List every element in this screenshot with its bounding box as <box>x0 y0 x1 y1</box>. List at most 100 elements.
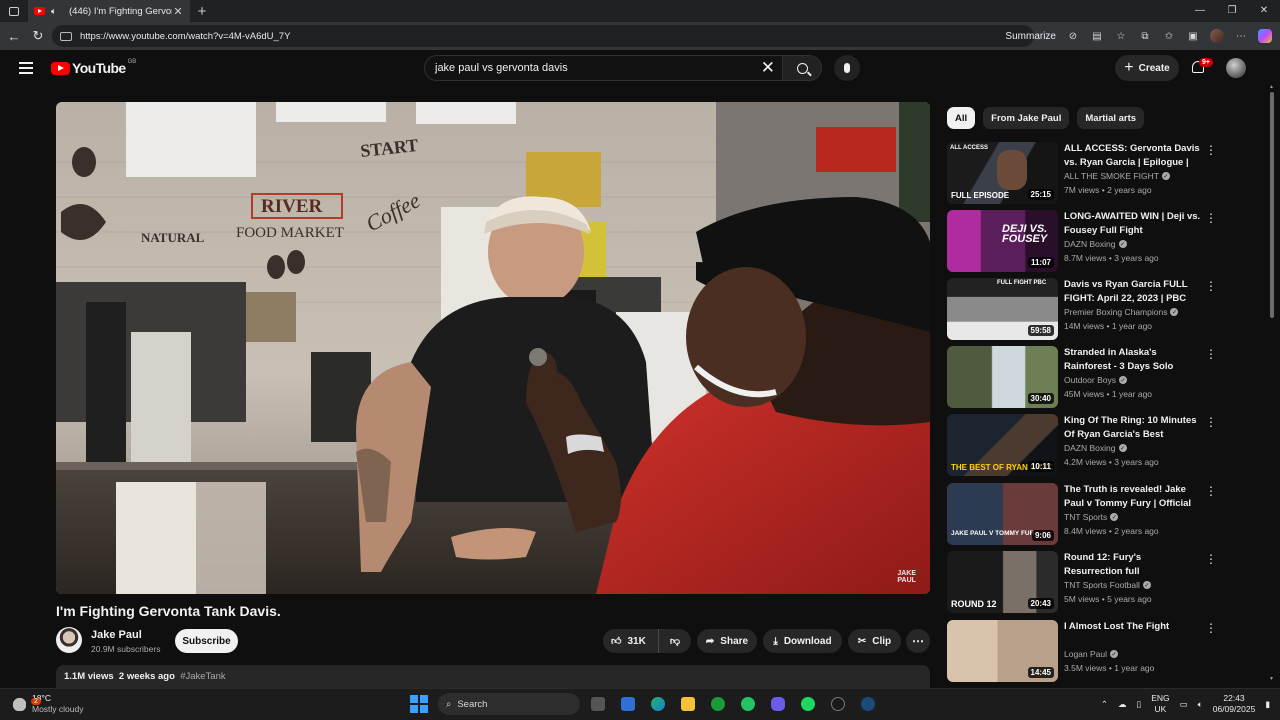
recommendation-item[interactable]: THE BEST OF RYAN GARC 10:11 King Of The … <box>947 414 1222 478</box>
recommendation-title[interactable]: Davis vs Ryan Garcia FULL FIGHT: April 2… <box>1064 278 1201 305</box>
recommendation-menu-icon[interactable]: ⋮ <box>1205 485 1217 497</box>
search-button[interactable] <box>782 55 822 81</box>
share-button[interactable]: ➦ Share <box>697 629 757 653</box>
store-icon[interactable] <box>616 693 640 715</box>
recommendation-channel[interactable]: Premier Boxing Champions ✓ <box>1064 307 1179 317</box>
spotify-icon[interactable] <box>796 693 820 715</box>
new-tab-icon[interactable]: + <box>190 3 214 20</box>
display-icon[interactable]: ▭ <box>1180 699 1188 710</box>
windows-start-icon[interactable] <box>410 695 428 713</box>
recommendation-channel[interactable]: Outdoor Boys ✓ <box>1064 375 1127 385</box>
channel-name[interactable]: Jake Paul <box>91 629 142 641</box>
video-thumbnail[interactable]: 14:45 <box>947 620 1058 682</box>
recommendation-title[interactable]: Stranded in Alaska's Rainforest - 3 Days… <box>1064 346 1201 373</box>
recommendation-item[interactable]: ROUND 12 20:43 Round 12: Fury's Resurrec… <box>947 551 1222 615</box>
create-button[interactable]: + Create <box>1115 55 1179 81</box>
clip-button[interactable]: ✂ Clip <box>848 629 901 653</box>
dislike-button[interactable]: 👎︎ <box>659 629 691 653</box>
download-button[interactable]: ⤓ Download <box>763 629 842 653</box>
battery-icon[interactable]: ▯ <box>1137 699 1142 710</box>
like-button[interactable]: 👍︎ 31K <box>603 629 659 653</box>
clear-search-icon[interactable]: ✕ <box>761 58 775 78</box>
voice-search-button[interactable] <box>834 55 860 81</box>
taskbar-search[interactable]: ⌕ Search <box>438 693 580 715</box>
subscribe-button[interactable]: Subscribe <box>175 629 238 653</box>
recommendation-menu-icon[interactable]: ⋮ <box>1205 622 1217 634</box>
media-app-icon[interactable] <box>826 693 850 715</box>
more-menu-icon[interactable]: ⋯ <box>1234 29 1248 43</box>
recommendation-item[interactable]: DEJI VS. FOUSEY 11:07 LONG-AWAITED WIN |… <box>947 210 1222 274</box>
recommendation-channel[interactable]: DAZN Boxing ✓ <box>1064 443 1127 453</box>
video-thumbnail[interactable]: ALL ACCESS FULL EPISODE 25:15 <box>947 142 1058 204</box>
onedrive-icon[interactable]: ☁ <box>1118 699 1127 710</box>
menu-icon[interactable] <box>19 62 33 74</box>
hashtag-link[interactable]: #JakeTank <box>180 671 225 682</box>
whatsapp-icon[interactable] <box>736 693 760 715</box>
recommendation-channel[interactable]: TNT Sports ✓ <box>1064 512 1119 522</box>
video-thumbnail[interactable]: FULL FIGHT PBC 59:58 <box>947 278 1058 340</box>
chip-all[interactable]: All <box>947 107 976 129</box>
recommendation-channel[interactable]: TNT Sports Football ✓ <box>1064 580 1151 590</box>
xbox-icon[interactable] <box>706 693 730 715</box>
steam-icon[interactable] <box>856 693 880 715</box>
user-avatar[interactable] <box>1226 58 1246 78</box>
recommendation-title[interactable]: ALL ACCESS: Gervonta Davis vs. Ryan Garc… <box>1064 142 1201 169</box>
tab-close-icon[interactable]: ✕ <box>172 5 184 18</box>
collections-icon[interactable]: ▣ <box>1186 29 1200 43</box>
video-thumbnail[interactable]: ROUND 12 20:43 <box>947 551 1058 613</box>
copilot-icon[interactable] <box>1258 29 1272 43</box>
youtube-logo[interactable]: YouTube GB <box>51 59 136 76</box>
video-thumbnail[interactable]: JAKE PAUL V TOMMY FUR 9:06 <box>947 483 1058 545</box>
chip-martial-arts[interactable]: Martial arts <box>1077 107 1145 129</box>
reader-icon[interactable]: ▤ <box>1090 29 1104 43</box>
recommendation-item[interactable]: 14:45 I Almost Lost The Fight Logan Paul… <box>947 620 1222 684</box>
back-icon[interactable]: ← <box>2 29 26 44</box>
maximize-icon[interactable]: ❐ <box>1216 0 1248 22</box>
browser-profile-avatar[interactable] <box>1210 29 1224 43</box>
window-close-icon[interactable]: ✕ <box>1248 0 1280 22</box>
recommendation-menu-icon[interactable]: ⋮ <box>1205 280 1217 292</box>
video-thumbnail[interactable]: DEJI VS. FOUSEY 11:07 <box>947 210 1058 272</box>
recommendation-channel[interactable]: Logan Paul ✓ <box>1064 649 1119 659</box>
file-explorer-icon[interactable] <box>676 693 700 715</box>
video-thumbnail[interactable]: THE BEST OF RYAN GARC 10:11 <box>947 414 1058 476</box>
site-info-icon[interactable] <box>60 31 72 41</box>
video-player[interactable]: RIVER FOOD MARKET NATURAL START Coffee J… <box>56 102 930 594</box>
minimize-icon[interactable]: — <box>1184 0 1216 22</box>
tray-overflow-icon[interactable]: ⌃ <box>1101 699 1108 710</box>
favorites-list-icon[interactable]: ✩ <box>1162 29 1176 43</box>
recommendation-menu-icon[interactable]: ⋮ <box>1205 416 1217 428</box>
discord-icon[interactable] <box>766 693 790 715</box>
recommendation-menu-icon[interactable]: ⋮ <box>1205 348 1217 360</box>
recommendation-channel[interactable]: ALL THE SMOKE FIGHT ✓ <box>1064 171 1170 181</box>
task-view-icon[interactable] <box>586 693 610 715</box>
url-field[interactable]: https://www.youtube.com/watch?v=4M-vA6dU… <box>52 25 1034 47</box>
recommendation-title[interactable]: I Almost Lost The Fight <box>1064 620 1201 634</box>
language-indicator[interactable]: ENG UK <box>1151 693 1169 715</box>
recommendation-menu-icon[interactable]: ⋮ <box>1205 144 1217 156</box>
recommendation-menu-icon[interactable]: ⋮ <box>1205 212 1217 224</box>
edge-icon[interactable] <box>646 693 670 715</box>
recommendation-title[interactable]: The Truth is revealed! Jake Paul v Tommy… <box>1064 483 1201 510</box>
recommendation-title[interactable]: LONG-AWAITED WIN | Deji vs. Fousey Full … <box>1064 210 1201 237</box>
scroll-down-arrow-icon[interactable]: ▼ <box>1269 676 1274 682</box>
favorite-star-icon[interactable]: ☆ <box>1114 29 1128 43</box>
summarize-icon[interactable]: ⊘ <box>1066 29 1080 43</box>
tab-actions-icon[interactable] <box>0 0 28 22</box>
channel-avatar[interactable] <box>56 627 82 653</box>
weather-widget[interactable]: 2 18°C Mostly cloudy <box>10 693 84 715</box>
refresh-icon[interactable]: ↻ <box>26 28 50 44</box>
speaker-icon[interactable]: 🔈︎ <box>51 6 63 17</box>
more-actions-button[interactable]: ⋯ <box>906 629 930 653</box>
recommendation-item[interactable]: 30:40 Stranded in Alaska's Rainforest - … <box>947 346 1222 410</box>
recommendation-menu-icon[interactable]: ⋮ <box>1205 553 1217 565</box>
recommendation-item[interactable]: FULL FIGHT PBC 59:58 Davis vs Ryan Garci… <box>947 278 1222 342</box>
extensions-icon[interactable]: ⧉ <box>1138 29 1152 43</box>
clock[interactable]: 22:43 06/09/2025 <box>1213 693 1256 715</box>
volume-icon[interactable]: 🔈︎ <box>1198 699 1203 710</box>
recommendation-item[interactable]: ALL ACCESS FULL EPISODE 25:15 ALL ACCESS… <box>947 142 1222 206</box>
scroll-up-arrow-icon[interactable]: ▲ <box>1269 84 1274 90</box>
recommendation-title[interactable]: King Of The Ring: 10 Minutes Of Ryan Gar… <box>1064 414 1201 441</box>
recommendation-title[interactable]: Round 12: Fury's Resurrection full docum… <box>1064 551 1201 578</box>
recommendation-item[interactable]: JAKE PAUL V TOMMY FUR 9:06 The Truth is … <box>947 483 1222 547</box>
